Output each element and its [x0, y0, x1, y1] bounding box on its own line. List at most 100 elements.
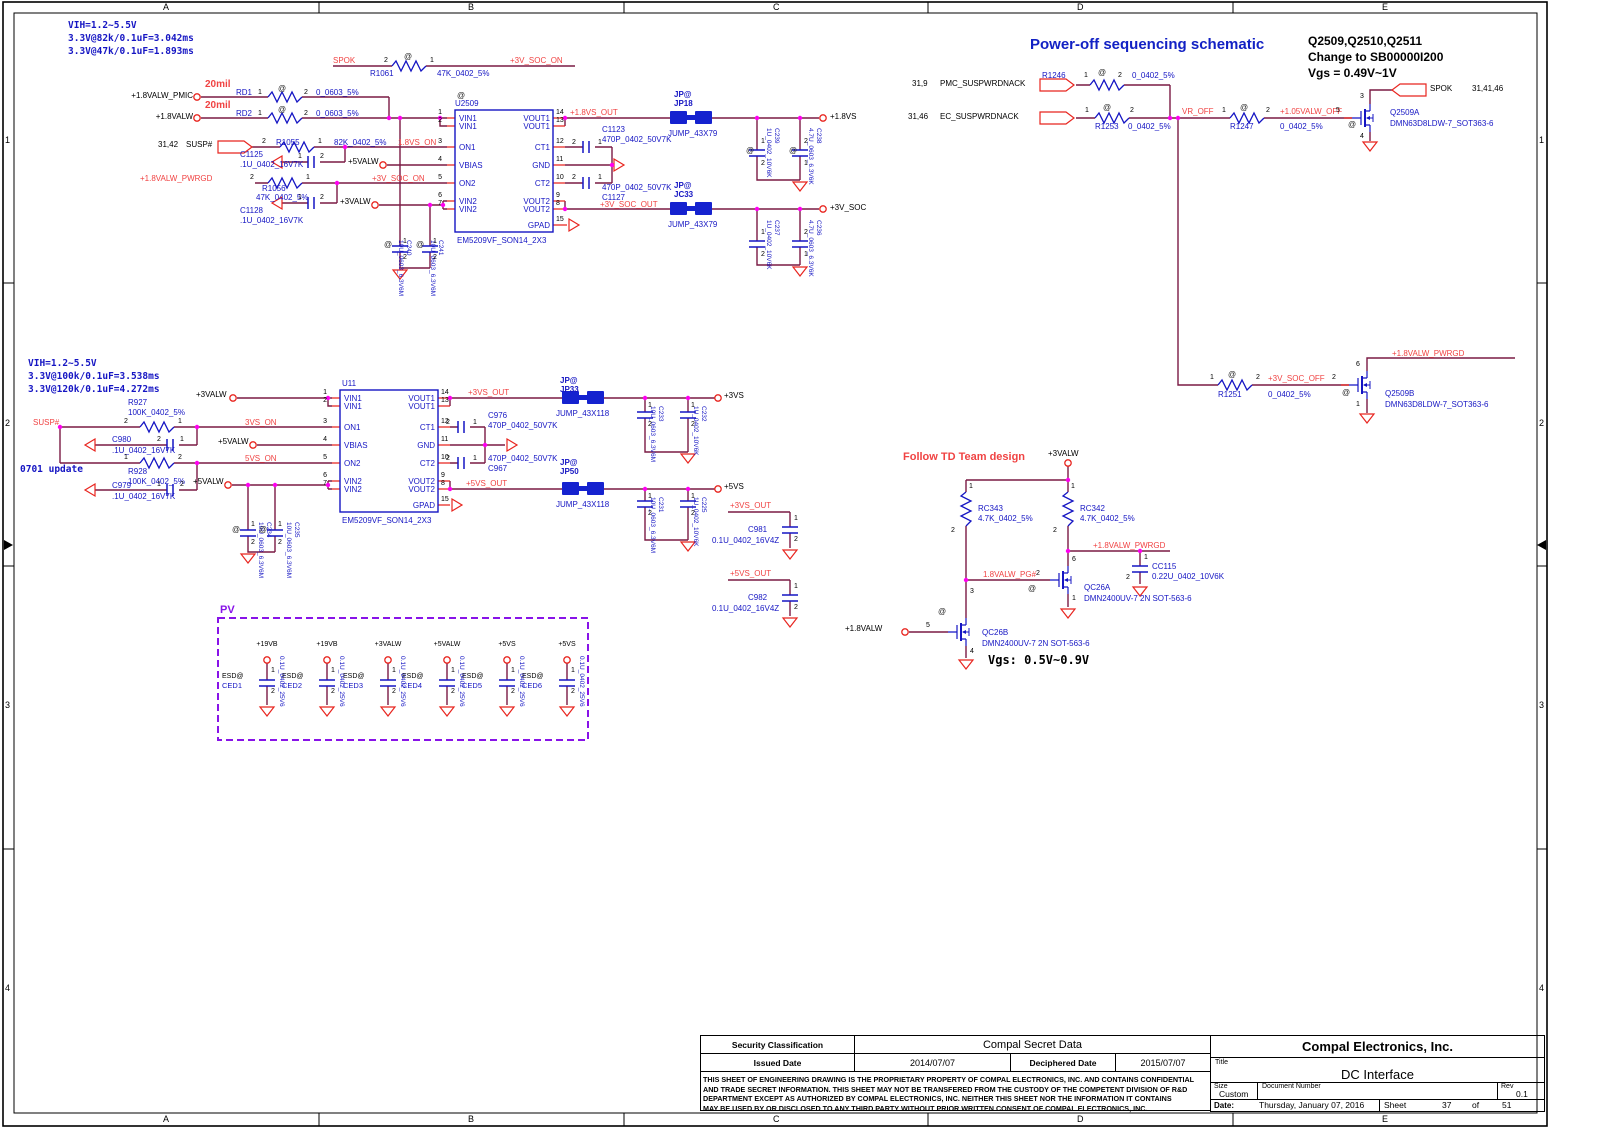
refdes: Q2509B	[1385, 389, 1414, 398]
refdes: CED1	[222, 682, 242, 691]
refdes: R1247	[1230, 122, 1254, 131]
vgs-note: Vgs: 0.5V~0.9V	[988, 654, 1089, 668]
value: 470P_0402_50V7K	[602, 135, 671, 144]
pin-number: 1	[1222, 107, 1226, 115]
refdes: CED6	[522, 682, 542, 691]
pin-number: 2	[180, 481, 184, 489]
refdes: C981	[748, 525, 767, 534]
pin-number: 15	[556, 216, 564, 224]
refdes: R1056	[262, 184, 286, 193]
pin-number: 1	[311, 389, 327, 397]
pin-name: GND	[390, 441, 435, 450]
pin-number: 2	[320, 194, 324, 202]
sheet-title: DC Interface	[1211, 1067, 1544, 1082]
net-label: +5VS	[549, 641, 585, 649]
net-label: +3VALW	[370, 641, 406, 649]
net-label: VR_OFF	[1182, 107, 1214, 116]
cap-label: C23510U_0603_6.3V6M	[284, 522, 300, 578]
zone-letter: A	[163, 1114, 169, 1124]
net-label: +1.8VALW	[118, 112, 193, 121]
titleblock-label: Date:	[1214, 1101, 1234, 1110]
pin-name: VBIAS	[459, 161, 483, 170]
sheet-date: Thursday, January 07, 2016	[1259, 1101, 1364, 1111]
value: 0_0402_5%	[1128, 122, 1171, 131]
cap-label: 0.1U_0402_25V6	[337, 656, 345, 707]
issued-date: 2014/07/07	[854, 1053, 1011, 1072]
esd-marker: ESD@	[222, 673, 244, 681]
security-classification: Compal Secret Data	[854, 1035, 1211, 1054]
pin-name: VIN1	[344, 402, 362, 411]
value: 0_0603_5%	[316, 88, 359, 97]
pin-number: 1	[124, 454, 128, 462]
pin-number: 2	[511, 688, 515, 696]
esd-marker: ESD@	[522, 673, 544, 681]
docnum-cell: Document Number	[1257, 1082, 1498, 1100]
pin-number: 1	[178, 418, 182, 426]
value: .1U_0402_16V7K	[112, 492, 175, 501]
pin-number: 2	[384, 57, 388, 65]
pin-number: 11	[441, 436, 448, 444]
esd-marker: ESD@	[343, 673, 365, 681]
rev-cell: Rev 0.1	[1497, 1082, 1545, 1100]
net-label: +3V_SOC_OUT	[600, 200, 658, 209]
pin-number: 2	[271, 688, 275, 696]
pin-number: 1	[251, 521, 255, 529]
pin-name: VIN2	[344, 485, 362, 494]
change-note: Change to SB00000I200	[1308, 51, 1443, 65]
title-cell: Title DC Interface	[1210, 1057, 1545, 1083]
refdes: R1055	[276, 138, 300, 147]
pin-number: 7	[426, 200, 442, 208]
value: 0.1U_0402_16V4Z	[712, 536, 779, 545]
titleblock-label: of	[1472, 1101, 1479, 1111]
pin-number: 1	[1356, 401, 1360, 409]
design-note: Follow TD Team design	[903, 451, 1025, 464]
refdes: CC115	[1152, 562, 1176, 571]
pin-number: 2	[278, 539, 282, 547]
pin-number: 1	[1071, 483, 1075, 491]
company-name: Compal Electronics, Inc.	[1210, 1035, 1545, 1058]
zone-number: 2	[5, 418, 10, 428]
value: 470P_0402_50V7K	[488, 421, 557, 430]
pin-number: 1	[451, 667, 455, 675]
part-number: DMN63D8LDW-7_SOT363-6	[1390, 119, 1493, 128]
nostuff-marker: @	[259, 525, 267, 534]
net-label: +5VS_OUT	[466, 479, 507, 488]
pin-number: 2	[250, 174, 254, 182]
update-note: 0701 update	[20, 464, 83, 477]
net-label: +1.8VS_OUT	[570, 108, 618, 117]
pin-number: 5	[926, 622, 930, 630]
pin-number: 2	[311, 397, 327, 405]
value: .1U_0402_16V7K	[240, 216, 303, 225]
net-label: SUSP#	[186, 140, 212, 149]
zone-letter: E	[1382, 1114, 1388, 1124]
cap-label: C23310U_0603_6.3V6M	[648, 406, 664, 462]
refdes: C982	[748, 593, 767, 602]
zone-number: 1	[5, 135, 10, 145]
titleblock-label: Rev	[1501, 1083, 1513, 1091]
pin-number: 2	[761, 251, 765, 259]
refdes: JP33	[560, 385, 579, 394]
net-label: 5VS_ON	[245, 454, 277, 463]
pin-number: 13	[556, 117, 564, 125]
net-label: +1.8VALW_PWRGD	[140, 174, 212, 183]
pin-number: 3	[426, 138, 442, 146]
pin-number: 2	[794, 604, 798, 612]
part-number: EM5209VF_SON14_2X3	[342, 516, 431, 525]
nostuff-marker: @	[1240, 103, 1248, 112]
value: 0.1U_0402_16V4Z	[712, 604, 779, 613]
cap-label: C2391U_0402_10V6K	[764, 128, 780, 178]
net-label: +19VB	[249, 641, 285, 649]
net-label: +3V_SOC_OFF	[1268, 374, 1325, 383]
pin-number: 2	[951, 527, 955, 535]
cap-label: C2321U_0402_10V6K	[691, 406, 707, 456]
net-label: +1.8VALW	[845, 624, 882, 633]
pin-number: 2	[572, 174, 576, 182]
zone-letter: E	[1382, 2, 1388, 12]
pin-number: 5	[1336, 107, 1340, 115]
net-label: +3VALW	[340, 197, 371, 206]
nostuff-marker: @	[1098, 68, 1106, 77]
refdes: C1125	[240, 150, 263, 159]
pin-number: 2	[304, 89, 308, 97]
zone-number: 3	[5, 700, 10, 710]
pin-number: 9	[441, 472, 445, 480]
